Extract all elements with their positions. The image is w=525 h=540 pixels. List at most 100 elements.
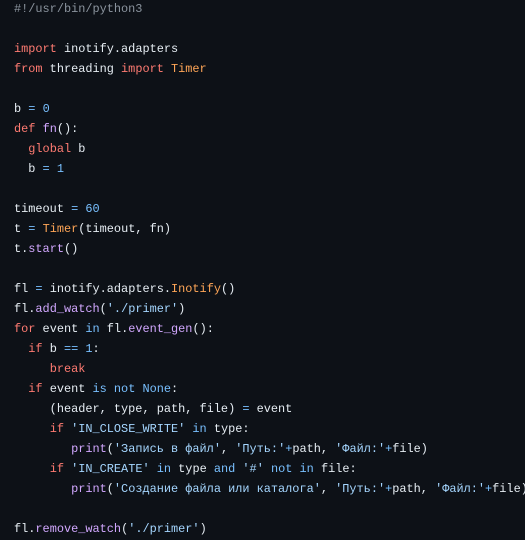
function-name: add_watch (35, 302, 100, 316)
operator: in (156, 462, 172, 476)
class-name: Timer (42, 222, 79, 236)
code-text: event (42, 382, 93, 396)
string-literal: 'Путь:' (235, 442, 286, 456)
code-line: b = 1 (14, 159, 525, 179)
code-line: print('Запись в файл', 'Путь:'+path, 'Фа… (14, 439, 525, 459)
operator: not in (270, 462, 314, 476)
code-text: b (14, 162, 43, 176)
function-name: print (71, 482, 107, 496)
code-line: fl = inotify.adapters.Inotify() (14, 279, 525, 299)
code-text: (timeout, fn) (78, 222, 172, 236)
code-text: ( (106, 442, 114, 456)
keyword: if (28, 342, 43, 356)
code-line: if b == 1: (14, 339, 525, 359)
number-literal: 0 (42, 102, 50, 116)
keyword: import (121, 62, 164, 76)
operator: in (192, 422, 207, 436)
code-text: event (35, 322, 86, 336)
class-name: Timer (171, 62, 207, 76)
operator: in (85, 322, 100, 336)
code-text: event (249, 402, 293, 416)
comment: #!/usr/bin/python3 (14, 2, 143, 16)
string-literal: 'IN_CLOSE_WRITE' (71, 422, 186, 436)
operator: == (63, 342, 79, 356)
code-line: import inotify.adapters (14, 39, 525, 59)
code-text: : (171, 382, 179, 396)
code-text: fl (14, 282, 36, 296)
keyword: from (14, 62, 43, 76)
operator: and (213, 462, 236, 476)
code-line: timeout = 60 (14, 199, 525, 219)
number-literal: None (142, 382, 172, 396)
code-line: (header, type, path, file) = event (14, 399, 525, 419)
string-literal: './primer' (128, 522, 200, 536)
code-text: b (71, 142, 86, 156)
code-text: b (14, 102, 29, 116)
number-literal: 60 (85, 202, 100, 216)
code-text: timeout (14, 202, 72, 216)
code-line: if 'IN_CREATE' in type and '#' not in fi… (14, 459, 525, 479)
number-literal: 1 (56, 162, 64, 176)
code-text: type (171, 462, 214, 476)
code-line: b = 0 (14, 99, 525, 119)
code-line: global b (14, 139, 525, 159)
string-literal: 'Файл:' (335, 442, 386, 456)
function-name: remove_watch (35, 522, 122, 536)
code-line: break (14, 359, 525, 379)
code-text: t. (14, 242, 29, 256)
code-line: from threading import Timer (14, 59, 525, 79)
code-text: path, (392, 482, 436, 496)
class-name: Inotify (171, 282, 221, 296)
code-line: if 'IN_CLOSE_WRITE' in type: (14, 419, 525, 439)
string-literal: 'Создание файла или каталога' (113, 482, 321, 496)
string-literal: './primer' (106, 302, 179, 316)
string-literal: 'Файл:' (435, 482, 486, 496)
string-literal: 'Запись в файл' (113, 442, 221, 456)
string-literal: '#' (242, 462, 264, 476)
code-text: (): (56, 122, 79, 136)
code-text: ) (199, 522, 207, 536)
code-text: ) (178, 302, 186, 316)
code-text: , (320, 482, 336, 496)
code-line: #!/usr/bin/python3 (14, 0, 525, 19)
keyword: if (49, 422, 64, 436)
code-line: for event in fl.event_gen(): (14, 319, 525, 339)
code-line: print('Создание файла или каталога', 'Пу… (14, 479, 525, 499)
function-name: fn (42, 122, 57, 136)
function-name: start (28, 242, 64, 256)
code-line: t = Timer(timeout, fn) (14, 219, 525, 239)
string-literal: 'IN_CREATE' (71, 462, 150, 476)
code-text: threading (42, 62, 122, 76)
operator: = (35, 282, 43, 296)
code-text: (header, type, path, file) (14, 402, 243, 416)
keyword: import (14, 42, 57, 56)
code-line: fl.add_watch('./primer') (14, 299, 525, 319)
code-line: def fn(): (14, 119, 525, 139)
code-text: file) (392, 442, 428, 456)
code-line: fl.remove_watch('./primer') (14, 519, 525, 539)
code-text: () (220, 282, 236, 296)
number-literal: 1 (85, 342, 93, 356)
code-text: fl. (14, 302, 36, 316)
keyword: if (28, 382, 43, 396)
code-text: : (92, 342, 100, 356)
code-text: (): (192, 322, 214, 336)
string-literal: 'Путь:' (335, 482, 386, 496)
code-text: ( (106, 482, 114, 496)
code-text: file) (492, 482, 525, 496)
